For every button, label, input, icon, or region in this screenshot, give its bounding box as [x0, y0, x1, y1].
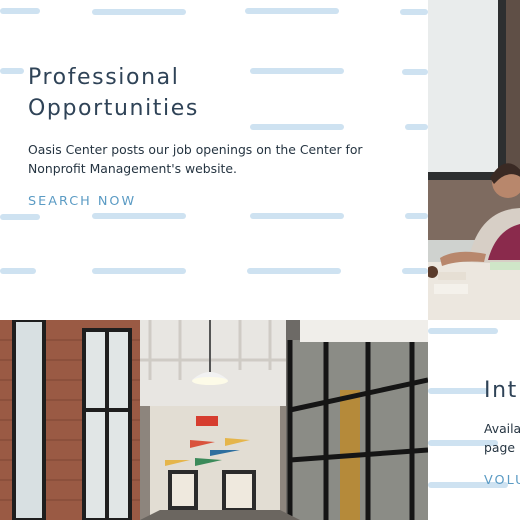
description-line-2: page [484, 440, 515, 455]
professional-opportunities-card: Professional Opportunities Oasis Center … [0, 0, 428, 320]
hallway-photo [0, 320, 428, 520]
description-line-1: Availa [484, 421, 520, 436]
card-description: Availa page [484, 419, 520, 457]
meeting-photo [428, 0, 520, 320]
card-content: Int Availa page VOLU [484, 378, 520, 489]
card-title: Int [484, 378, 518, 403]
search-now-link[interactable]: SEARCH NOW [28, 194, 136, 209]
title-line-1: Professional [28, 65, 180, 90]
card-content: Professional Opportunities Oasis Center … [28, 62, 388, 210]
internship-card: Int Availa page VOLU [428, 320, 520, 520]
title-line-2: Opportunities [28, 96, 199, 121]
volunteer-link[interactable]: VOLU [484, 473, 520, 488]
card-title: Professional Opportunities [28, 62, 388, 124]
card-description: Oasis Center posts our job openings on t… [28, 142, 363, 176]
